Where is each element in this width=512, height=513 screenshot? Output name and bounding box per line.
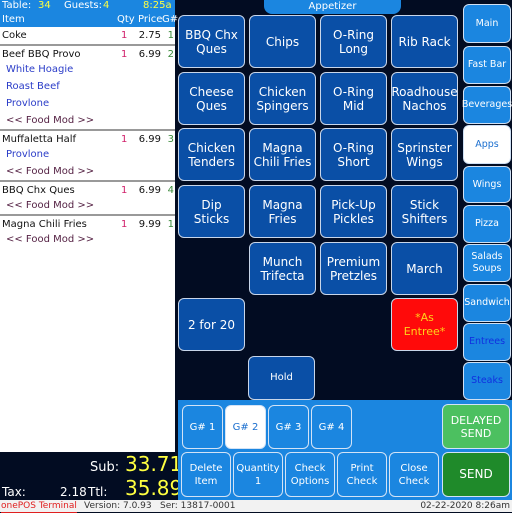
totals: Sub: 33.71 Tax: 2.18 Ttl: 35.89	[0, 452, 182, 500]
menu-item-button[interactable]: 2 for 20	[178, 298, 245, 351]
category-tab[interactable]: Beverages	[462, 86, 512, 124]
menu-item-button[interactable]: Roadhouse Nachos	[391, 72, 458, 125]
col-price: Price	[138, 14, 163, 25]
app-name: onePOS Terminal	[1, 501, 77, 513]
col-item: Item	[2, 14, 25, 25]
hold-button[interactable]: Hold	[248, 356, 315, 400]
category-tab[interactable]: Entrees	[463, 323, 511, 361]
order-item[interactable]: Magna Chili Fries 1 9.99 1	[0, 214, 175, 231]
menu-item-button[interactable]: O-Ring Long	[320, 15, 387, 68]
menu-item-button[interactable]: BBQ Chx Ques	[178, 15, 245, 68]
menu-item-button[interactable]: Sprinster Wings	[391, 128, 458, 181]
order-item[interactable]: Beef BBQ Provo 1 6.99 2	[0, 44, 175, 61]
total: 35.89	[125, 476, 183, 500]
action-button[interactable]: Print Check	[337, 452, 387, 497]
item-name: << Food Mod >>	[6, 200, 95, 211]
action-button[interactable]: Quantity 1	[233, 452, 283, 497]
item-name: Provlone	[6, 149, 50, 160]
order-header: Table: 34 Guests: 4 8:25a Item Qty Price…	[0, 0, 179, 27]
menu-item-button[interactable]: Premium Pretzles	[320, 242, 387, 295]
category-tab[interactable]: Wings	[463, 166, 511, 203]
item-name: << Food Mod >>	[6, 115, 95, 126]
guest-button[interactable]: G# 3	[268, 405, 309, 449]
menu-item-button[interactable]: Munch Trifecta	[249, 242, 316, 295]
guest-button[interactable]: G# 2	[225, 405, 266, 449]
category-tab[interactable]: Salads Soups	[463, 244, 511, 282]
menu-item-button[interactable]: Magna Chili Fries	[249, 128, 316, 181]
subtotal: 33.71	[125, 452, 183, 476]
item-qty: 1	[121, 30, 128, 41]
time: 8:25a	[143, 0, 172, 11]
guests-label: Guests:	[64, 0, 102, 11]
col-qty: Qty	[117, 14, 135, 25]
delayed-send-button[interactable]: DELAYED SEND	[442, 404, 510, 449]
category-tab[interactable]: Sandwich	[463, 284, 511, 322]
menu-item-button[interactable]: Magna Fries	[249, 185, 316, 238]
action-button[interactable]: Close Check	[389, 452, 439, 497]
menu-item-button[interactable]: Pick-Up Pickles	[320, 185, 387, 238]
table-number: 34	[38, 0, 51, 11]
item-name: White Hoagie	[6, 64, 74, 75]
sub-label: Sub:	[90, 460, 120, 475]
total-label: Ttl:	[88, 485, 108, 499]
item-guest: 1	[167, 30, 174, 41]
menu-item-button[interactable]: Rib Rack	[391, 15, 458, 68]
food-mod-button[interactable]: << Food Mod >>	[0, 112, 175, 129]
menu-item-button[interactable]: Stick Shifters	[391, 185, 458, 238]
menu-item-button[interactable]: Cheese Ques	[178, 72, 245, 125]
menu-item-button[interactable]: O-Ring Mid	[320, 72, 387, 125]
order-item[interactable]: Coke 1 2.75 1	[0, 27, 175, 44]
menu-item-button[interactable]: Chips	[249, 15, 316, 68]
tax: 2.18	[60, 485, 87, 499]
item-name: << Food Mod >>	[6, 166, 95, 177]
category-title: Appetizer	[264, 0, 401, 14]
order-item[interactable]: BBQ Chx Ques 1 6.99 4	[0, 180, 175, 197]
category-tab[interactable]: Main	[463, 4, 511, 43]
menu-item-button[interactable]: *As Entree*	[391, 298, 458, 351]
menu-item-button[interactable]: Chicken Tenders	[178, 128, 245, 181]
food-mod-button[interactable]: << Food Mod >>	[0, 231, 175, 248]
item-name: Provlone	[6, 98, 50, 109]
order-list[interactable]: Coke 1 2.75 1 Beef BBQ Provo 1 6.99 2 White Hoag…	[0, 27, 175, 248]
category-tab[interactable]: Apps	[463, 125, 511, 164]
action-button[interactable]: Delete Item	[181, 452, 231, 497]
send-button[interactable]: SEND	[442, 452, 510, 497]
item-name: << Food Mod >>	[6, 234, 95, 245]
table-label: Table:	[2, 0, 32, 11]
menu-item-button[interactable]: March	[391, 242, 458, 295]
col-g: G#	[162, 14, 179, 25]
action-button[interactable]: Check Options	[285, 452, 335, 497]
status-bar: onePOS Terminal Version: 7.0.93 Ser: 138…	[0, 500, 512, 513]
item-name: Roast Beef	[6, 81, 60, 92]
item-name: Coke	[2, 30, 27, 41]
category-tab[interactable]: Pizza	[463, 205, 511, 243]
serial: Ser: 13817-0001	[160, 501, 236, 511]
guest-button[interactable]: G# 4	[311, 405, 352, 449]
order-modifier[interactable]: Roast Beef	[0, 78, 175, 95]
category-tab[interactable]: Fast Bar	[463, 46, 511, 84]
food-mod-button[interactable]: << Food Mod >>	[0, 197, 175, 214]
order-item[interactable]: Muffaletta Half 1 6.99 3	[0, 129, 175, 146]
category-tab[interactable]: Steaks	[463, 362, 511, 400]
food-mod-button[interactable]: << Food Mod >>	[0, 163, 175, 180]
guests-count: 4	[103, 0, 110, 11]
order-modifier[interactable]: White Hoagie	[0, 61, 175, 78]
menu-item-button[interactable]: Chicken Spingers	[249, 72, 316, 125]
guest-button[interactable]: G# 1	[182, 405, 223, 449]
datetime: 02-22-2020 8:26am	[420, 501, 510, 511]
menu-item-button[interactable]: Dip Sticks	[178, 185, 245, 238]
version: Version: 7.0.93	[84, 501, 152, 511]
item-price: 2.75	[138, 30, 161, 41]
menu-item-button[interactable]: O-Ring Short	[320, 128, 387, 181]
order-modifier[interactable]: Provlone	[0, 95, 175, 112]
tax-label: Tax:	[2, 485, 26, 499]
order-modifier[interactable]: Provlone	[0, 146, 175, 163]
